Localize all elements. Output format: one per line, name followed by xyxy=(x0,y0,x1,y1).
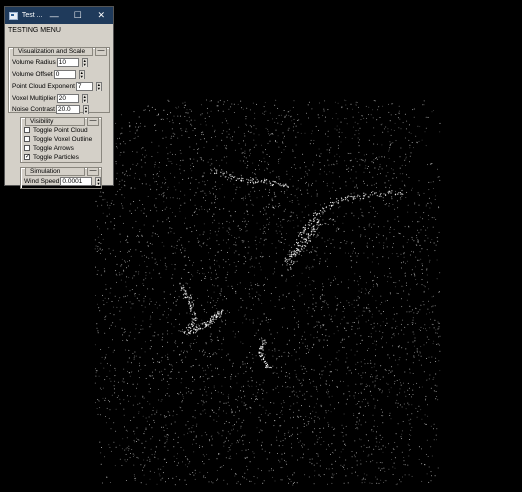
toggle-arrows-checkbox[interactable] xyxy=(24,145,30,151)
point-cloud-exponent-label: Point Cloud Exponent xyxy=(12,82,75,90)
volume-radius-label: Volume Radius xyxy=(12,58,56,66)
minimize-button[interactable]: — xyxy=(42,7,66,24)
check-icon: ✓ xyxy=(25,154,31,160)
toggle-voxel-outline-label[interactable]: Toggle Voxel Outline xyxy=(33,136,92,143)
volume-offset-input[interactable]: 0 xyxy=(53,69,76,79)
app-window-icon xyxy=(9,11,18,20)
visibility-panel: Visibility — Toggle Point Cloud Toggle V… xyxy=(20,116,102,163)
simulation-panel-label: Simulation xyxy=(25,166,85,176)
volume-offset-spinner[interactable]: ▲ ▼ xyxy=(78,69,85,79)
point-cloud-exponent-spinner[interactable]: ▲ ▼ xyxy=(95,81,102,91)
point-cloud-exponent-row: Point Cloud Exponent 7 ▲ ▼ xyxy=(12,81,102,91)
spin-down-icon[interactable]: ▼ xyxy=(96,181,101,186)
toggle-point-cloud-label[interactable]: Toggle Point Cloud xyxy=(33,127,88,134)
wind-speed-label: Wind Speed xyxy=(24,177,60,185)
volume-radius-input[interactable]: 10 xyxy=(56,57,79,67)
wind-speed-spinner[interactable]: ▲ ▼ xyxy=(95,176,102,186)
spin-down-icon[interactable]: ▼ xyxy=(96,86,101,91)
maximize-button[interactable]: ☐ xyxy=(66,7,90,24)
noise-contrast-spinner[interactable]: ▲ ▼ xyxy=(83,104,89,114)
visibility-collapse-button[interactable]: — xyxy=(87,116,99,126)
toggle-particles-checkbox[interactable]: ✓ xyxy=(24,154,30,160)
volume-offset-label: Volume Offset xyxy=(12,70,53,78)
toggle-particles-row[interactable]: ✓ Toggle Particles xyxy=(24,152,79,162)
wind-speed-input[interactable]: 0.0001 xyxy=(60,176,93,186)
wind-speed-row: Wind Speed 0.0001 ▲ ▼ xyxy=(24,176,102,186)
simulation-panel: Simulation — Wind Speed 0.0001 ▲ ▼ xyxy=(20,166,102,189)
point-cloud-exponent-input[interactable]: 7 xyxy=(75,81,93,91)
voxel-multiplier-input[interactable]: 20 xyxy=(56,93,79,103)
visualization-panel-label: Visualization and Scale xyxy=(13,46,93,56)
voxel-multiplier-spinner[interactable]: ▲ ▼ xyxy=(81,93,88,103)
close-button[interactable]: ✕ xyxy=(89,7,113,24)
spin-down-icon[interactable]: ▼ xyxy=(84,109,88,114)
window-title: Test ... xyxy=(21,12,43,19)
window-titlebar[interactable]: Test ... — ☐ ✕ xyxy=(5,7,113,24)
toggle-arrows-label[interactable]: Toggle Arrows xyxy=(33,145,74,152)
noise-contrast-label: Noise Contrast xyxy=(12,105,55,113)
simulation-collapse-button[interactable]: — xyxy=(87,166,99,176)
toggle-voxel-outline-checkbox[interactable] xyxy=(24,136,30,142)
spin-down-icon[interactable]: ▼ xyxy=(82,98,87,103)
volume-radius-spinner[interactable]: ▲ ▼ xyxy=(81,57,88,67)
visualization-collapse-button[interactable]: — xyxy=(95,46,107,56)
menu-title: TESTING MENU xyxy=(8,27,61,34)
testing-menu-window[interactable]: Test ... — ☐ ✕ TESTING MENU Visualizatio… xyxy=(4,6,114,189)
volume-offset-row: Volume Offset 0 ▲ ▼ xyxy=(12,69,85,79)
toggle-particles-label[interactable]: Toggle Particles xyxy=(33,154,79,161)
noise-contrast-input[interactable]: 20.0 xyxy=(56,104,80,114)
visualization-panel: Visualization and Scale — Volume Radius … xyxy=(8,46,110,114)
spin-down-icon[interactable]: ▼ xyxy=(82,62,87,67)
volume-radius-row: Volume Radius 10 ▲ ▼ xyxy=(12,57,88,67)
toggle-point-cloud-checkbox[interactable] xyxy=(24,127,30,133)
voxel-multiplier-row: Voxel Multiplier 20 ▲ ▼ xyxy=(12,93,88,103)
spin-down-icon[interactable]: ▼ xyxy=(79,74,84,79)
noise-contrast-row: Noise Contrast 20.0 ▲ ▼ xyxy=(12,104,89,114)
voxel-multiplier-label: Voxel Multiplier xyxy=(12,94,56,102)
